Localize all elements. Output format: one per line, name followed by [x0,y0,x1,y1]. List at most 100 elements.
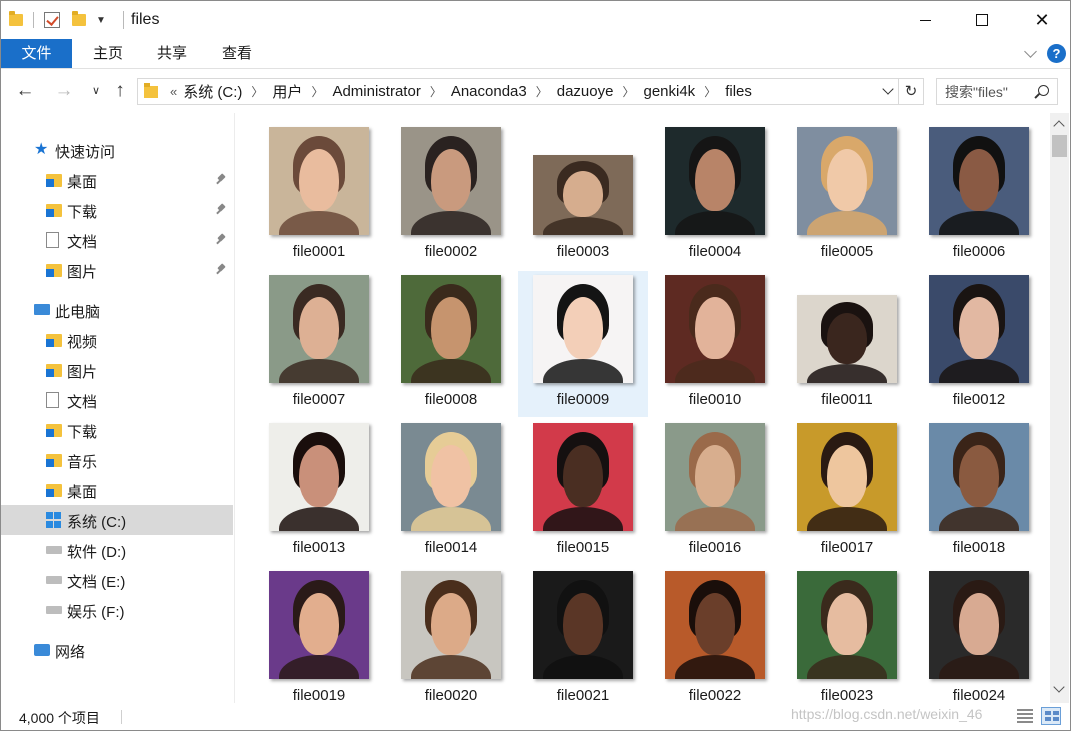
image-thumbnail [929,423,1029,531]
breadcrumb-item[interactable]: 系统 (C:) [183,81,242,102]
breadcrumb-item[interactable]: Anaconda3 [451,83,527,100]
chevron-right-icon[interactable]: 〉 [311,83,323,100]
image-thumbnail [401,275,501,383]
music-folder-icon [46,454,62,467]
maximize-button[interactable] [951,1,1013,39]
chevron-right-icon[interactable]: 〉 [251,83,263,100]
image-thumbnail [929,127,1029,235]
file-tile[interactable]: file0023 [782,567,912,703]
details-view-icon[interactable] [1017,709,1033,723]
sidebar-item[interactable]: 图片 [1,255,233,285]
breadcrumb-item[interactable]: Administrator [332,83,420,100]
search-input[interactable]: 搜索"files" [936,78,1058,105]
sidebar-item[interactable]: 此电脑 [1,295,233,325]
file-tile[interactable]: file0003 [518,123,648,269]
new-folder-icon[interactable] [72,11,86,26]
file-tile[interactable]: file0017 [782,419,912,565]
file-tile[interactable]: file0016 [650,419,780,565]
divider [121,710,122,724]
large-icons-view-icon[interactable] [1041,707,1061,725]
minimize-button[interactable] [894,1,956,39]
sidebar-item[interactable]: 文档 [1,225,233,255]
sidebar-item[interactable]: 网络 [1,635,233,665]
tab-file[interactable]: 文件 [1,39,72,68]
chevron-right-icon[interactable]: 〉 [622,83,634,100]
file-name: file0005 [820,243,874,260]
sidebar-item[interactable]: 图片 [1,355,233,385]
back-button[interactable]: ← [14,80,36,102]
recent-locations-button[interactable]: ∨ [85,80,107,102]
file-tile[interactable]: file0024 [914,567,1044,703]
file-tile[interactable]: file0005 [782,123,912,269]
pin-icon[interactable] [215,174,227,186]
file-tile[interactable]: file0012 [914,271,1044,417]
file-tile[interactable]: file0006 [914,123,1044,269]
pin-icon[interactable] [215,264,227,276]
image-thumbnail [797,423,897,531]
breadcrumb-item[interactable]: genki4k [643,83,695,100]
sidebar-item[interactable]: 娱乐 (F:) [1,595,233,625]
file-tile[interactable]: file0015 [518,419,648,565]
tab-home[interactable]: 主页 [77,39,139,68]
navigation-bar: ← → ∨ ↑ « 系统 (C:) 〉 用户 〉 Administrator 〉… [1,70,1070,112]
image-thumbnail [269,423,369,531]
customize-toolbar-dropdown[interactable]: ▼ [96,15,106,26]
sidebar-item[interactable]: 音乐 [1,445,233,475]
scrollbar-thumb[interactable] [1052,135,1067,157]
sidebar-item[interactable]: 软件 (D:) [1,535,233,565]
close-button[interactable]: ✕ [1011,1,1071,39]
scroll-up-icon[interactable] [1054,119,1064,129]
sidebar-item-label: 图片 [67,364,98,381]
sidebar-item[interactable]: 下载 [1,195,233,225]
sidebar-item-label: 桌面 [67,484,98,501]
tab-view[interactable]: 查看 [206,39,268,68]
chevron-right-icon[interactable]: 〉 [704,83,716,100]
tab-share[interactable]: 共享 [141,39,203,68]
refresh-button[interactable]: ↻ [898,79,923,104]
file-name: file0016 [688,539,742,556]
document-icon [46,232,59,248]
sidebar-item[interactable]: 文档 [1,385,233,415]
vertical-scrollbar[interactable] [1050,113,1069,703]
file-tile[interactable]: file0018 [914,419,1044,565]
sidebar-item[interactable]: 系统 (C:) [1,505,233,535]
chevron-right-icon[interactable]: 〉 [430,83,442,100]
properties-icon[interactable] [44,12,60,28]
file-tile[interactable]: file0020 [386,567,516,703]
sidebar-item[interactable]: 视频 [1,325,233,355]
file-tile[interactable]: file0009 [518,271,648,417]
sidebar-item[interactable]: 桌面 [1,165,233,195]
file-tile[interactable]: file0002 [386,123,516,269]
file-tile[interactable]: file0019 [254,567,384,703]
address-history-dropdown[interactable] [883,85,893,95]
help-icon[interactable]: ? [1047,44,1066,63]
item-count: 4,000 个项目 [19,710,100,726]
expand-ribbon-icon[interactable] [1025,47,1037,59]
file-tile[interactable]: file0014 [386,419,516,565]
scroll-down-icon[interactable] [1054,683,1064,693]
breadcrumb-item[interactable]: files [725,83,752,100]
sidebar-item[interactable]: 下载 [1,415,233,445]
desktop-folder-icon [46,174,62,187]
sidebar-item[interactable]: ★ 快速访问 [1,135,233,165]
breadcrumb-item[interactable]: dazuoye [557,83,614,100]
file-tile[interactable]: file0021 [518,567,648,703]
breadcrumb-item[interactable]: 用户 [272,81,302,102]
file-tile[interactable]: file0013 [254,419,384,565]
address-bar[interactable]: « 系统 (C:) 〉 用户 〉 Administrator 〉 Anacond… [137,78,924,105]
chevron-right-icon[interactable]: 〉 [536,83,548,100]
pin-icon[interactable] [215,204,227,216]
file-tile[interactable]: file0010 [650,271,780,417]
up-button[interactable]: ↑ [109,80,131,102]
file-tile[interactable]: file0007 [254,271,384,417]
forward-button[interactable]: → [53,80,75,102]
file-tile[interactable]: file0011 [782,271,912,417]
sidebar-item[interactable]: 文档 (E:) [1,565,233,595]
file-tile[interactable]: file0001 [254,123,384,269]
file-tile[interactable]: file0008 [386,271,516,417]
pin-icon[interactable] [215,234,227,246]
hidden-crumbs-button[interactable]: « [170,84,177,99]
file-tile[interactable]: file0004 [650,123,780,269]
sidebar-item[interactable]: 桌面 [1,475,233,505]
file-tile[interactable]: file0022 [650,567,780,703]
